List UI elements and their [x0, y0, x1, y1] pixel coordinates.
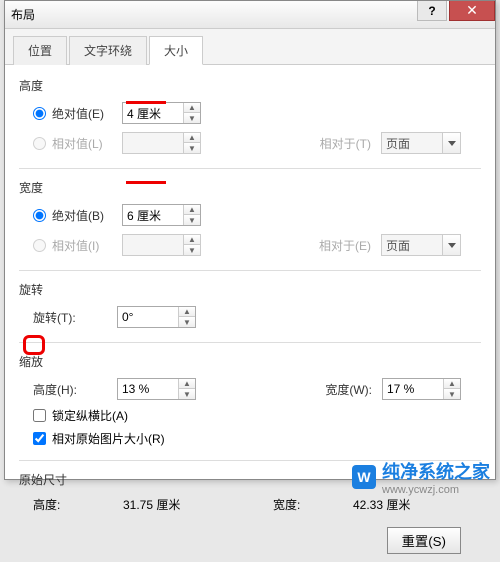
width-abs-label: 绝对值(B) — [52, 207, 122, 224]
width-abs-input[interactable] — [123, 205, 183, 225]
width-relto-label: 相对于(E) — [319, 237, 371, 254]
up-arrow-icon[interactable]: ▲ — [179, 307, 195, 317]
width-section: 宽度 绝对值(B) ▲▼ 相对值(I) ▲▼ 相对于(E) — [19, 175, 481, 271]
orig-w-label: 宽度: — [273, 496, 353, 513]
scale-h-spinner[interactable]: ▲▼ — [117, 378, 196, 400]
height-abs-row: 绝对值(E) ▲▼ — [19, 98, 481, 128]
footer: 重置(S) — [19, 517, 481, 554]
width-rel-row: 相对值(I) ▲▼ 相对于(E) — [19, 230, 481, 260]
height-section: 高度 绝对值(E) ▲▼ 相对值(L) ▲▼ 相对于(T) — [19, 73, 481, 169]
up-arrow-icon[interactable]: ▲ — [444, 379, 460, 389]
rotate-label: 旋转(T): — [33, 309, 117, 326]
width-abs-spinner[interactable]: ▲▼ — [122, 204, 201, 226]
down-arrow-icon[interactable]: ▼ — [179, 317, 195, 327]
width-rel-input — [123, 235, 183, 255]
size-panel: 高度 绝对值(E) ▲▼ 相对值(L) ▲▼ 相对于(T) — [5, 65, 495, 562]
orig-h-value: 31.75 厘米 — [123, 496, 273, 513]
scale-w-spinner[interactable]: ▲▼ — [382, 378, 461, 400]
scale-section: 缩放 高度(H): ▲▼ 宽度(W): ▲▼ 锁定纵横比(A) — [19, 349, 481, 461]
height-title: 高度 — [19, 73, 481, 98]
rel-orig-checkbox[interactable] — [33, 432, 46, 445]
orig-h-label: 高度: — [33, 496, 123, 513]
down-arrow-icon[interactable]: ▼ — [184, 113, 200, 123]
rel-orig-row: 相对原始图片大小(R) — [19, 427, 481, 450]
height-relto-value — [382, 136, 442, 150]
down-arrow-icon[interactable]: ▼ — [184, 215, 200, 225]
tab-wrap[interactable]: 文字环绕 — [69, 36, 147, 65]
up-arrow-icon[interactable]: ▲ — [184, 205, 200, 215]
tab-size[interactable]: 大小 — [149, 36, 203, 65]
up-arrow-icon[interactable]: ▲ — [179, 379, 195, 389]
lock-ar-row: 锁定纵横比(A) — [19, 404, 481, 427]
height-abs-input[interactable] — [123, 103, 183, 123]
close-button[interactable]: ✕ — [449, 1, 495, 21]
scale-h-label: 高度(H): — [33, 381, 117, 398]
width-relto-combo — [381, 234, 461, 256]
scale-w-label: 宽度(W): — [325, 381, 372, 398]
width-rel-radio — [33, 239, 46, 252]
tab-bar: 位置 文字环绕 大小 — [5, 29, 495, 65]
orig-w-value: 42.33 厘米 — [353, 496, 410, 513]
orig-section: 原始尺寸 高度: 31.75 厘米 宽度: 42.33 厘米 — [19, 467, 481, 517]
height-relto-label: 相对于(T) — [320, 135, 371, 152]
height-relto-combo — [381, 132, 461, 154]
window-buttons: ? ✕ — [417, 1, 495, 21]
tab-position[interactable]: 位置 — [13, 36, 67, 65]
width-abs-row: 绝对值(B) ▲▼ — [19, 200, 481, 230]
lock-ar-checkbox[interactable] — [33, 409, 46, 422]
scale-title: 缩放 — [19, 349, 481, 374]
down-arrow-icon[interactable]: ▼ — [179, 389, 195, 399]
height-rel-input — [123, 133, 183, 153]
help-button[interactable]: ? — [417, 1, 447, 21]
orig-title: 原始尺寸 — [19, 467, 481, 492]
scale-hw-row: 高度(H): ▲▼ 宽度(W): ▲▼ — [19, 374, 481, 404]
titlebar: 布局 ? ✕ — [5, 1, 495, 29]
height-rel-spinner: ▲▼ — [122, 132, 201, 154]
height-abs-spinner[interactable]: ▲▼ — [122, 102, 201, 124]
lock-ar-label: 锁定纵横比(A) — [52, 407, 128, 424]
scale-h-input[interactable] — [118, 379, 178, 399]
spinner-arrows: ▲▼ — [183, 103, 200, 123]
layout-dialog: 布局 ? ✕ 位置 文字环绕 大小 高度 绝对值(E) ▲▼ 相对值(L) — [4, 0, 496, 480]
scale-w-input[interactable] — [383, 379, 443, 399]
width-rel-label: 相对值(I) — [52, 237, 122, 254]
reset-button[interactable]: 重置(S) — [387, 527, 461, 554]
width-abs-radio[interactable] — [33, 209, 46, 222]
height-abs-label: 绝对值(E) — [52, 105, 122, 122]
rel-orig-label: 相对原始图片大小(R) — [52, 430, 165, 447]
width-title: 宽度 — [19, 175, 481, 200]
down-arrow-icon[interactable]: ▼ — [444, 389, 460, 399]
width-rel-spinner: ▲▼ — [122, 234, 201, 256]
rotate-spinner[interactable]: ▲▼ — [117, 306, 196, 328]
up-arrow-icon[interactable]: ▲ — [184, 103, 200, 113]
width-relto-value — [382, 238, 442, 252]
rotate-title: 旋转 — [19, 277, 481, 302]
orig-dims-row: 高度: 31.75 厘米 宽度: 42.33 厘米 — [19, 492, 481, 517]
dropdown-icon — [442, 133, 460, 153]
rotate-input[interactable] — [118, 307, 178, 327]
dropdown-icon — [442, 235, 460, 255]
height-abs-radio[interactable] — [33, 107, 46, 120]
rotate-section: 旋转 旋转(T): ▲▼ — [19, 277, 481, 343]
height-rel-row: 相对值(L) ▲▼ 相对于(T) — [19, 128, 481, 158]
height-rel-label: 相对值(L) — [52, 135, 122, 152]
height-rel-radio — [33, 137, 46, 150]
rotate-row: 旋转(T): ▲▼ — [19, 302, 481, 332]
window-title: 布局 — [11, 6, 35, 23]
